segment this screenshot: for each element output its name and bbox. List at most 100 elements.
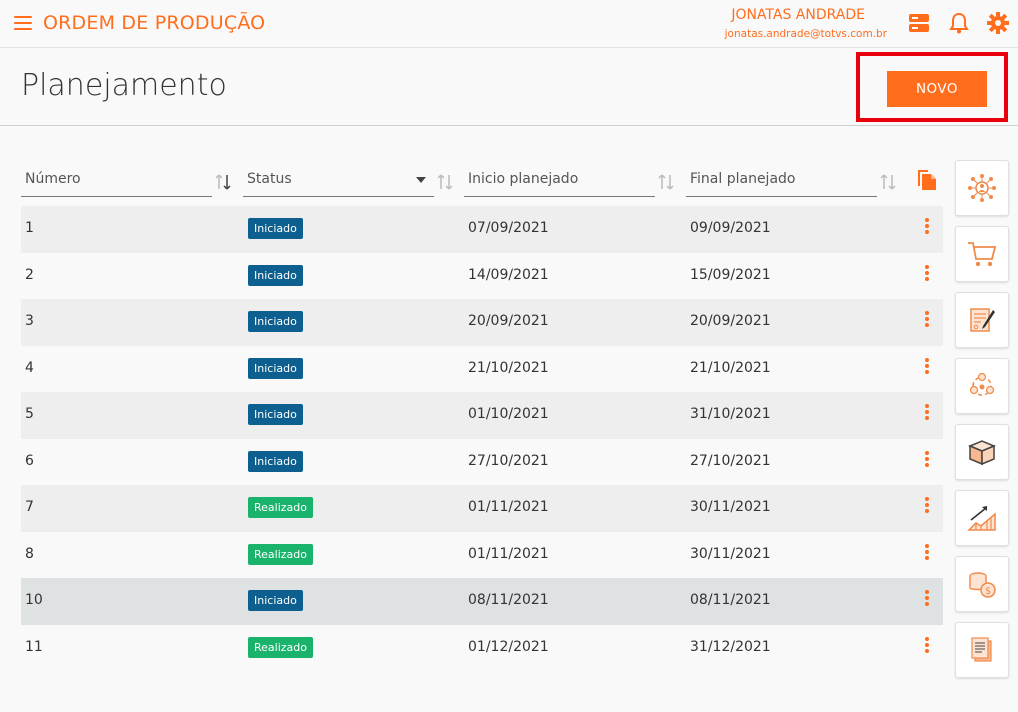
cell-inicio: 01/11/2021 [468, 545, 549, 562]
cell-final: 27/10/2021 [690, 452, 771, 469]
table-row[interactable]: 5 Iniciado 01/10/2021 31/10/2021 [21, 392, 943, 439]
cell-inicio: 07/09/2021 [468, 220, 549, 236]
page-header: Planejamento NOVO [0, 48, 1018, 126]
documents-icon [971, 637, 992, 662]
data-table: 1 Iniciado 07/09/2021 09/09/2021 2 Iniciado 14… [21, 206, 943, 671]
status-badge: Realizado [248, 497, 313, 518]
chevron-down-icon[interactable] [416, 177, 426, 183]
status-badge: Realizado [248, 543, 313, 565]
sort-icon[interactable] [213, 172, 233, 192]
hamburger-menu-icon[interactable] [14, 16, 32, 30]
growth-chart-icon [967, 506, 996, 531]
side-button-cart[interactable] [955, 226, 1009, 282]
bell-icon[interactable] [948, 12, 970, 34]
more-actions-icon[interactable] [920, 357, 934, 378]
more-actions-icon[interactable] [920, 264, 934, 285]
side-button-network[interactable] [955, 160, 1009, 216]
user-name[interactable]: JONATAS ANDRADE [731, 7, 865, 23]
cell-numero: 11 [25, 638, 43, 655]
cell-final: 15/09/2021 [690, 266, 771, 283]
table-row[interactable]: 6 Iniciado 27/10/2021 27/10/2021 [21, 439, 943, 486]
page-title: Planejamento [21, 68, 227, 103]
column-label: Status [247, 171, 292, 187]
more-actions-icon[interactable] [920, 497, 934, 517]
cell-inicio: 21/10/2021 [468, 359, 549, 376]
cell-numero: 6 [25, 452, 34, 469]
cell-numero: 4 [25, 359, 34, 376]
status-badge: Iniciado [248, 218, 303, 239]
table-row[interactable]: 7 Realizado 01/11/2021 30/11/2021 [21, 485, 943, 532]
cell-final: 30/11/2021 [690, 499, 771, 515]
column-header-status[interactable]: Status [243, 164, 434, 197]
cell-inicio: 08/11/2021 [468, 592, 549, 608]
cell-final: 09/09/2021 [690, 220, 771, 236]
column-header-inicio[interactable]: Inicio planejado [464, 164, 655, 197]
server-icon[interactable] [908, 12, 930, 34]
app-title: ORDEM DE PRODUÇÃO [43, 12, 266, 34]
status-badge: Realizado [248, 636, 313, 658]
more-actions-icon[interactable] [920, 636, 934, 657]
side-button-growth[interactable] [955, 490, 1009, 546]
idea-cycle-icon [969, 372, 995, 396]
cell-numero: 8 [25, 545, 34, 562]
side-button-finance[interactable]: $ [955, 556, 1009, 612]
column-label: Número [25, 171, 81, 187]
cell-numero: 5 [25, 406, 34, 422]
cell-inicio: 27/10/2021 [468, 452, 549, 469]
cell-inicio: 01/10/2021 [468, 406, 549, 422]
table-row[interactable]: 8 Realizado 01/11/2021 30/11/2021 [21, 532, 943, 579]
cell-final: 20/09/2021 [690, 313, 771, 329]
status-badge: Iniciado [248, 264, 303, 286]
side-button-cycle[interactable] [955, 358, 1009, 414]
table-row[interactable]: 3 Iniciado 20/09/2021 20/09/2021 [21, 299, 943, 346]
table-row[interactable]: 2 Iniciado 14/09/2021 15/09/2021 [21, 253, 943, 300]
sort-icon[interactable] [435, 172, 455, 192]
cell-final: 08/11/2021 [690, 592, 771, 608]
box-icon [968, 440, 996, 466]
top-bar: ORDEM DE PRODUÇÃO JONATAS ANDRADE jonata… [0, 0, 1018, 48]
shopping-cart-icon [968, 242, 997, 267]
cell-numero: 2 [25, 266, 34, 283]
copy-icon[interactable] [916, 168, 938, 192]
cell-numero: 3 [25, 313, 34, 329]
sort-icon[interactable] [656, 172, 676, 192]
cell-inicio: 14/09/2021 [468, 266, 549, 283]
gear-icon[interactable] [987, 12, 1009, 34]
cell-numero: 1 [25, 220, 34, 236]
signed-document-icon [970, 308, 995, 332]
side-button-box[interactable] [955, 424, 1009, 480]
people-network-icon [968, 174, 996, 202]
more-actions-icon[interactable] [920, 404, 934, 424]
column-label: Inicio planejado [468, 171, 579, 187]
table-row[interactable]: 4 Iniciado 21/10/2021 21/10/2021 [21, 346, 943, 393]
more-actions-icon[interactable] [920, 218, 934, 238]
more-actions-icon[interactable] [920, 450, 934, 471]
cell-inicio: 20/09/2021 [468, 313, 549, 329]
new-button[interactable]: NOVO [887, 71, 987, 107]
status-badge: Iniciado [248, 450, 303, 472]
status-badge: Iniciado [248, 404, 303, 425]
side-button-documents[interactable] [955, 622, 1009, 678]
cell-inicio: 01/12/2021 [468, 638, 549, 655]
column-header-final[interactable]: Final planejado [686, 164, 877, 197]
table-row[interactable]: 1 Iniciado 07/09/2021 09/09/2021 [21, 206, 943, 253]
cell-inicio: 01/11/2021 [468, 499, 549, 515]
cell-final: 31/12/2021 [690, 638, 771, 655]
more-actions-icon[interactable] [920, 311, 934, 331]
cell-final: 21/10/2021 [690, 359, 771, 376]
side-toolbar: $ [955, 160, 1010, 688]
status-badge: Iniciado [248, 311, 303, 332]
column-header-numero[interactable]: Número [21, 164, 212, 197]
cell-final: 31/10/2021 [690, 406, 771, 422]
svg-text:$: $ [985, 586, 991, 597]
cell-final: 30/11/2021 [690, 545, 771, 562]
table-row[interactable]: 11 Realizado 01/12/2021 31/12/2021 [21, 625, 943, 672]
table-row[interactable]: 10 Iniciado 08/11/2021 08/11/2021 [21, 578, 943, 625]
coins-icon: $ [969, 572, 996, 598]
side-button-contract[interactable] [955, 292, 1009, 348]
more-actions-icon[interactable] [920, 590, 934, 610]
cell-numero: 10 [25, 592, 43, 608]
sort-icon[interactable] [878, 172, 898, 192]
more-actions-icon[interactable] [920, 543, 934, 564]
user-email: jonatas.andrade@totvs.com.br [724, 28, 887, 40]
